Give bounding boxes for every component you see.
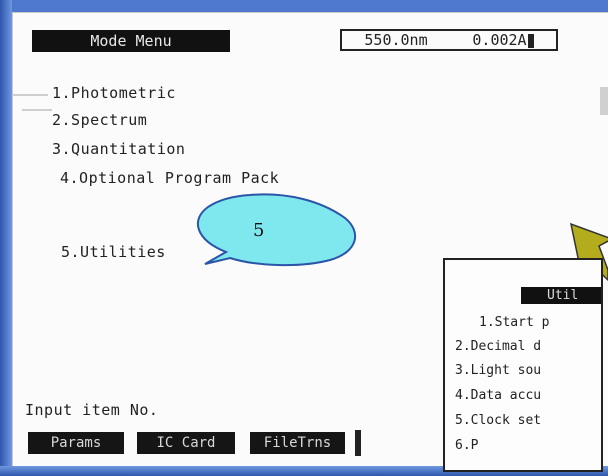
utilities-submenu-title: Util xyxy=(521,287,601,304)
submenu-item-partial[interactable]: 6.P xyxy=(455,438,478,453)
submenu-item-start[interactable]: 1.Start p xyxy=(479,315,549,330)
submenu-item-data-accumulation[interactable]: 4.Data accu xyxy=(455,388,541,403)
submenu-item-light-source[interactable]: 3.Light sou xyxy=(455,363,541,378)
utilities-submenu-panel: Util 1.Start p 2.Decimal d 3.Light sou 4… xyxy=(443,258,603,472)
callout-number: 5 xyxy=(253,220,265,241)
submenu-item-clock-set[interactable]: 5.Clock set xyxy=(455,413,541,428)
submenu-item-decimal[interactable]: 2.Decimal d xyxy=(455,339,541,354)
callout-bubble xyxy=(197,193,356,267)
